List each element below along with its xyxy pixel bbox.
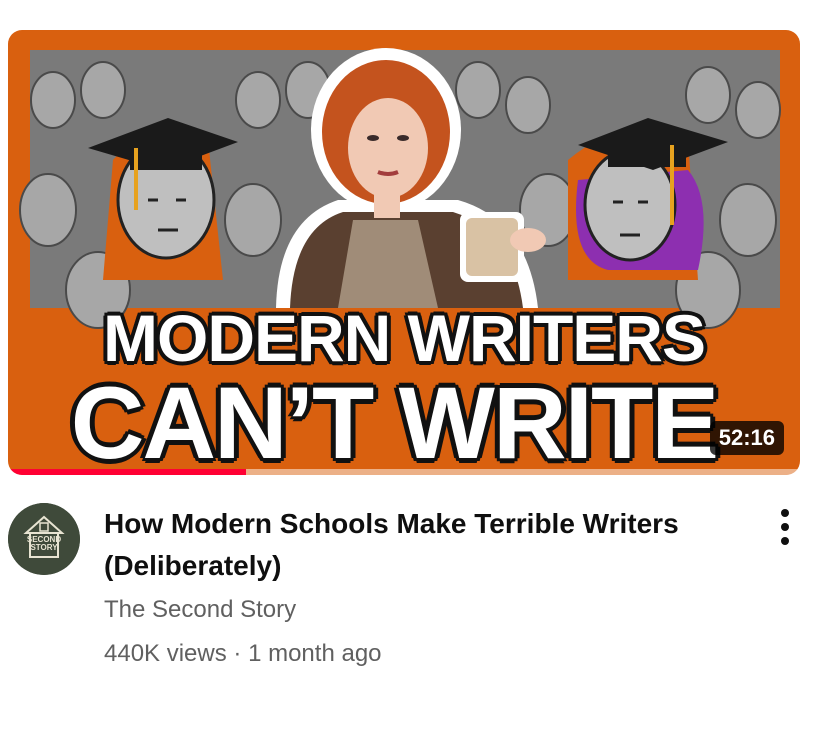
meta-separator: · xyxy=(233,640,242,667)
menu-dot xyxy=(781,537,789,545)
channel-name[interactable]: The Second Story xyxy=(104,596,296,624)
menu-dot xyxy=(781,523,789,531)
view-count: 440K views xyxy=(104,640,227,667)
menu-dot xyxy=(781,509,789,517)
watch-progress-bar xyxy=(8,469,800,475)
duration-badge: 52:16 xyxy=(709,421,784,455)
more-vert-icon[interactable] xyxy=(770,505,800,549)
avatar-text-line-2: STORY xyxy=(30,543,58,552)
watch-progress-fill xyxy=(8,469,246,475)
upload-age: 1 month ago xyxy=(248,640,382,667)
video-title[interactable]: How Modern Schools Make Terrible Writers… xyxy=(104,503,744,587)
thumbnail-title-line-2: CAN’T WRITE xyxy=(70,366,720,475)
avatar-logo-text: SECOND STORY xyxy=(8,536,80,552)
video-thumbnail[interactable]: MODERN WRITERS CAN’T WRITE 52:16 xyxy=(8,30,800,475)
channel-avatar[interactable]: SECOND STORY xyxy=(8,503,80,575)
video-metadata: 440K views · 1 month ago xyxy=(104,640,382,668)
